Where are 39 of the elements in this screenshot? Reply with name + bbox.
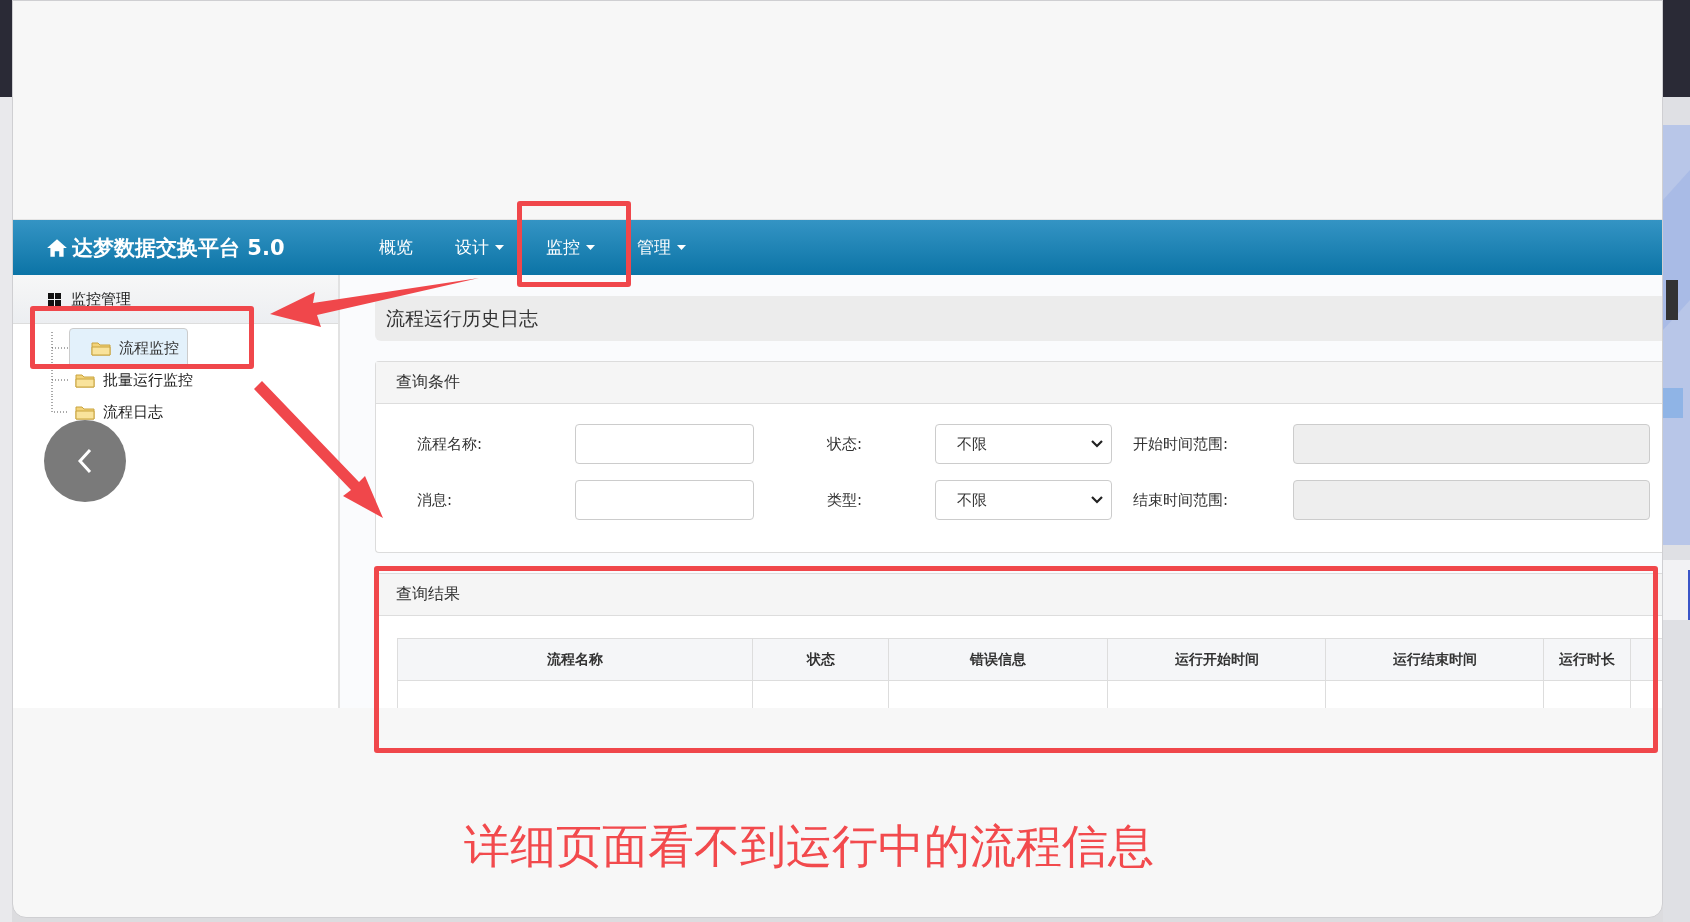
grid-icon xyxy=(48,292,61,306)
chevron-down-icon xyxy=(1091,440,1103,448)
chevron-down-icon xyxy=(1091,496,1103,504)
column-header: 流程名称 xyxy=(398,639,753,681)
date-range-field[interactable] xyxy=(1293,480,1650,520)
menu-item[interactable]: 设计 xyxy=(434,220,525,275)
input-field[interactable] xyxy=(575,424,754,464)
brand-link[interactable]: 达梦数据交换平台 5.0 xyxy=(46,233,358,262)
page-title: 流程运行历史日志 xyxy=(386,305,538,331)
field-label: 流程名称: xyxy=(417,434,483,453)
panel-title: 查询条件 xyxy=(396,372,460,393)
folder-icon xyxy=(75,404,95,420)
sidebar-title: 监控管理 xyxy=(71,289,131,309)
column-header: 运行结束时间 xyxy=(1326,639,1544,681)
tree-item[interactable]: 流程日志 xyxy=(69,400,169,424)
column-header: 状态 xyxy=(753,639,889,681)
column-header: 运行开始时间 xyxy=(1108,639,1326,681)
menu-item[interactable]: 概览 xyxy=(358,220,434,275)
folder-icon xyxy=(75,372,95,388)
tree-item[interactable]: 批量运行监控 xyxy=(69,368,199,392)
tree-line xyxy=(51,332,69,364)
field-label: 消息: xyxy=(417,490,453,509)
input-field[interactable] xyxy=(575,480,754,520)
panel-title: 查询结果 xyxy=(396,584,460,605)
field-label: 类型: xyxy=(827,490,863,509)
chevron-left-icon xyxy=(77,448,93,474)
select-field[interactable]: 不限 xyxy=(935,424,1112,464)
date-range-field[interactable] xyxy=(1293,424,1650,464)
column-header: 错误信息 xyxy=(889,639,1108,681)
annotation-caption: 详细页面看不到运行中的流程信息 xyxy=(464,818,1154,875)
field-label: 结束时间范围: xyxy=(1133,490,1229,509)
field-label: 状态: xyxy=(827,434,863,453)
menu-item[interactable]: 监控 xyxy=(525,220,616,275)
select-field[interactable]: 不限 xyxy=(935,480,1112,520)
column-header: 运行时长 xyxy=(1544,639,1631,681)
field-label: 开始时间范围: xyxy=(1133,434,1229,453)
home-icon xyxy=(46,237,68,258)
folder-icon xyxy=(91,340,111,356)
menu-item[interactable]: 管理 xyxy=(616,220,707,275)
